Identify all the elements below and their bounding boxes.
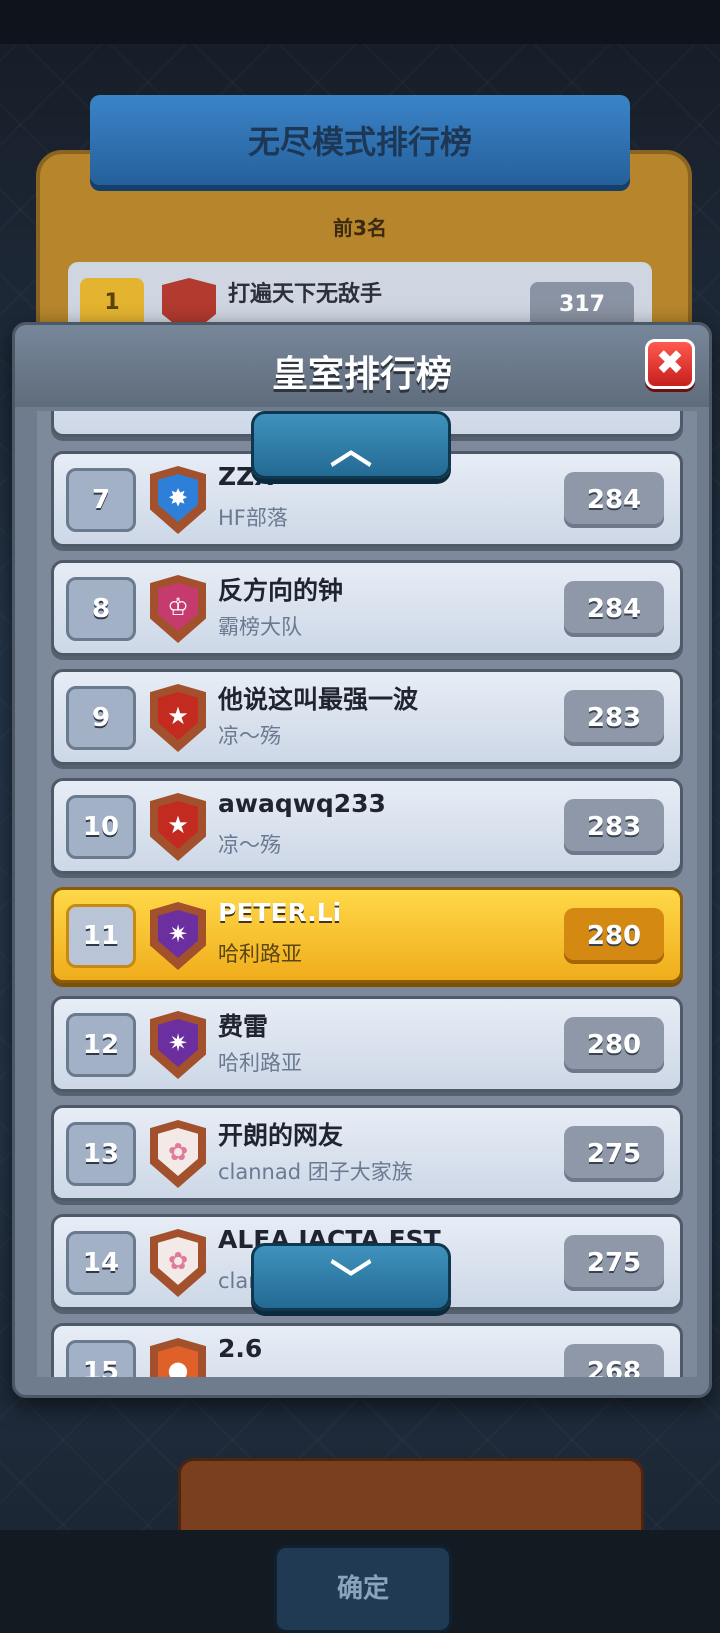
- player-score: 275: [564, 1126, 664, 1182]
- player-rank: 13: [66, 1122, 136, 1186]
- leaderboard-row[interactable]: 10 ★ awaqwq233 凉～殇 283: [51, 778, 683, 874]
- endless-mode-title: 无尽模式排行榜: [247, 123, 472, 161]
- badge-emblem: ✿: [158, 1128, 198, 1176]
- badge-emblem: ✸: [158, 474, 198, 522]
- leaderboard-row[interactable]: 8 ♔ 反方向的钟霸榜大队 284: [51, 560, 683, 656]
- badge-emblem: ★: [158, 801, 198, 849]
- confirm-button[interactable]: 确定: [274, 1545, 452, 1633]
- player-score: 284: [564, 581, 664, 637]
- leaderboard-row[interactable]: 11 ✷ PETER.Li 哈利路亚 280: [51, 887, 683, 983]
- scroll-down-button[interactable]: ﹀: [251, 1243, 451, 1311]
- player-clan: 凉～殇: [218, 724, 281, 748]
- player-name: 开朗的网友: [218, 1121, 344, 1150]
- player-score: 275: [564, 1235, 664, 1291]
- blossom-badge-icon: ✿: [150, 1229, 206, 1297]
- modal-header: 皇室排行榜 ✖: [15, 325, 709, 407]
- player-score: 280: [564, 1017, 664, 1073]
- player-rank: 15: [66, 1340, 136, 1377]
- leaderboard-row[interactable]: 12 ✷ 费雷哈利路亚 280: [51, 996, 683, 1092]
- leaderboard-row[interactable]: 13 ✿ 开朗的网友 clannad 团子大家族 275: [51, 1105, 683, 1201]
- player-clan: 凉～殇: [218, 833, 281, 857]
- status-strip: [0, 0, 720, 44]
- player-rank: 12: [66, 1013, 136, 1077]
- player-name: awaqwq233: [218, 789, 386, 818]
- royal-leaderboard-modal: 皇室排行榜 ✖ 7 ✸ ZZX HF部落 284 8 ♔ 反方向的钟 霸榜大队 284 9 ★ 他说这叫…: [12, 322, 712, 1398]
- star-badge-icon: ★: [150, 684, 206, 752]
- player-rank: 14: [66, 1231, 136, 1295]
- leaderboard-row[interactable]: 9 ★ 他说这叫最强一波凉～殇 283: [51, 669, 683, 765]
- endless-mode-banner: 无尽模式排行榜: [90, 95, 630, 185]
- player-rank: 9: [66, 686, 136, 750]
- blossom-badge-icon: ✿: [150, 1120, 206, 1188]
- top-player-name: 打遍天下无敌手: [228, 282, 383, 307]
- player-score: 283: [564, 690, 664, 746]
- player-clan: 霸榜大队: [218, 615, 302, 639]
- player-name: 2.6: [218, 1334, 263, 1363]
- modal-title: 皇室排行榜: [271, 354, 452, 395]
- badge-emblem: ●: [158, 1346, 198, 1377]
- player-rank: 8: [66, 577, 136, 641]
- player-clan: HF部落: [218, 506, 288, 530]
- chevron-up-icon: ︿: [329, 423, 372, 473]
- player-clan: 哈利路亚: [218, 942, 302, 966]
- player-name: 他说这叫最强一波: [218, 685, 419, 714]
- leaderboard-list[interactable]: 7 ✸ ZZX HF部落 284 8 ♔ 反方向的钟 霸榜大队 284 9 ★ 他说这叫最强一波 凉～殇 2…: [37, 411, 697, 1377]
- player-clan: 哈利路亚: [218, 1051, 302, 1075]
- player-name: PETER.Li: [218, 898, 342, 927]
- player-score: 283: [564, 799, 664, 855]
- player-clan: clannad 团子大家族: [218, 1160, 413, 1184]
- badge-emblem: ★: [158, 692, 198, 740]
- top-player-rank: 1: [80, 278, 144, 328]
- player-rank: 10: [66, 795, 136, 859]
- close-icon[interactable]: ✖: [645, 339, 695, 389]
- king-badge-icon: ♔: [150, 575, 206, 643]
- snowflake-badge-icon: ✸: [150, 466, 206, 534]
- badge-emblem: ✷: [158, 910, 198, 958]
- burst-badge-icon: ✷: [150, 902, 206, 970]
- chevron-down-icon: ﹀: [329, 1255, 372, 1305]
- star-badge-icon: ★: [150, 793, 206, 861]
- badge-emblem: ✷: [158, 1019, 198, 1067]
- player-name: 费雷: [218, 1012, 269, 1041]
- player-rank: 7: [66, 468, 136, 532]
- flame-badge-icon: ●: [150, 1338, 206, 1377]
- top3-heading: 前3名: [333, 216, 387, 240]
- player-score: 268: [564, 1344, 664, 1377]
- player-score: 280: [564, 908, 664, 964]
- player-score: 284: [564, 472, 664, 528]
- badge-emblem: ✿: [158, 1237, 198, 1285]
- player-name: 反方向的钟: [218, 576, 344, 605]
- burst-badge-icon: ✷: [150, 1011, 206, 1079]
- player-rank: 11: [66, 904, 136, 968]
- scroll-up-button[interactable]: ︿: [251, 411, 451, 479]
- leaderboard-row[interactable]: 15 ● 2.6 268: [51, 1323, 683, 1377]
- badge-emblem: ♔: [158, 583, 198, 631]
